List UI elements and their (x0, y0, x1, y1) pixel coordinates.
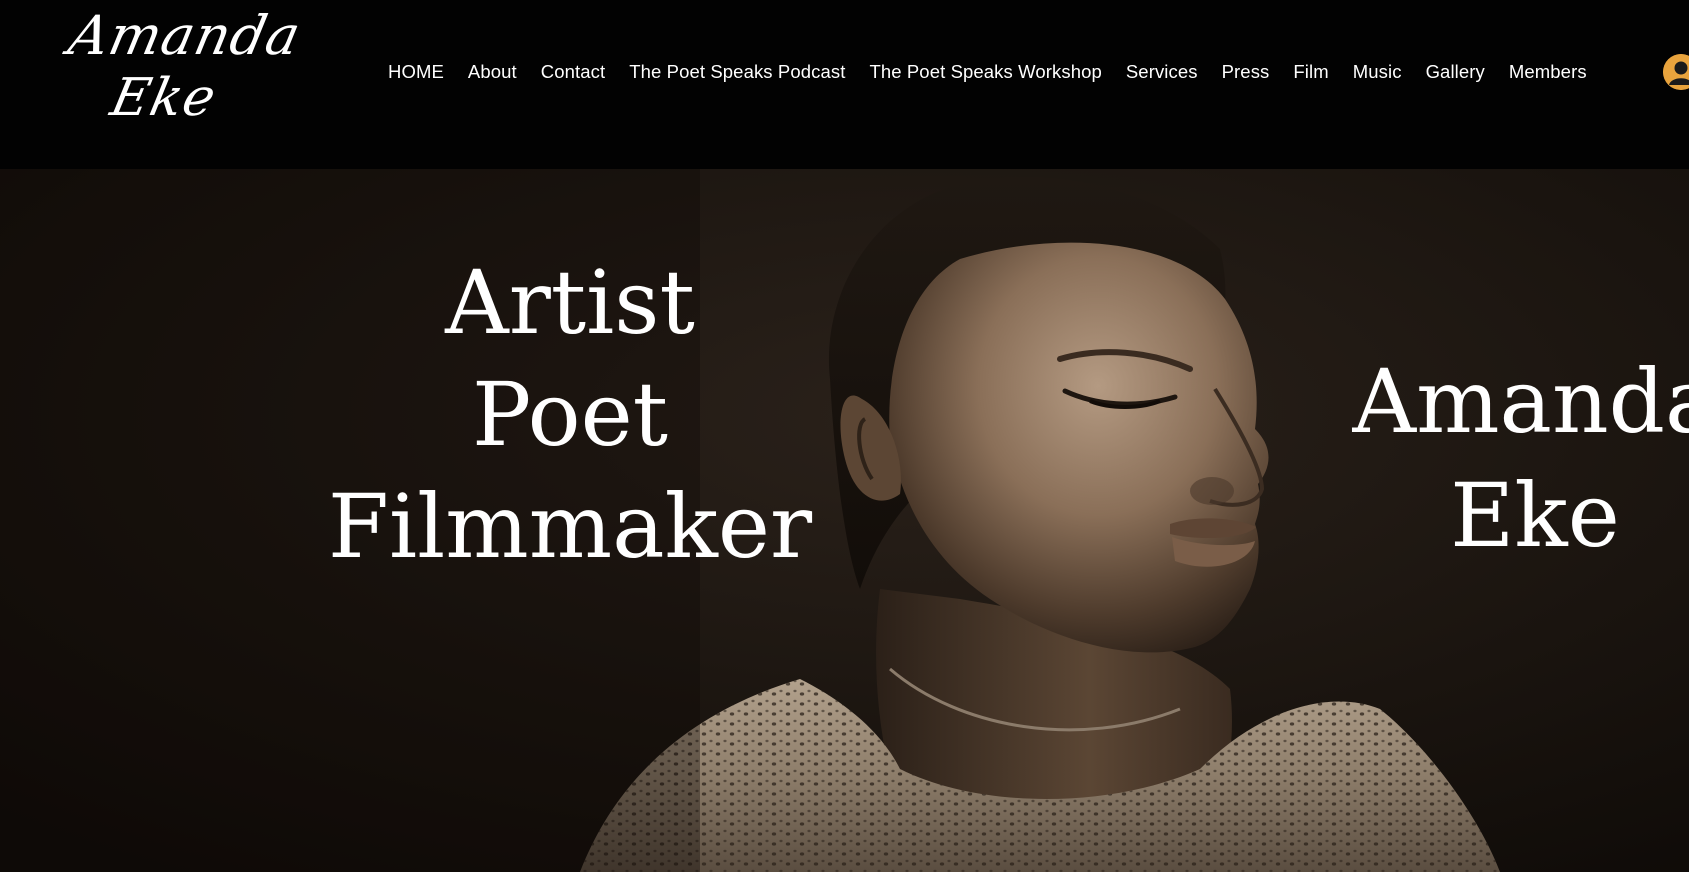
nav-item-press[interactable]: Press (1210, 56, 1282, 88)
user-avatar-icon[interactable] (1663, 54, 1689, 90)
site-logo[interactable]: Amanda Eke (62, 2, 306, 130)
nav-item-services[interactable]: Services (1114, 56, 1210, 88)
main-navigation: HOME About Contact The Poet Speaks Podca… (376, 56, 1599, 88)
hero-section: Artist Poet Filmmaker Amanda Eke (0, 169, 1689, 872)
hero-role-artist: Artist (445, 251, 695, 354)
nav-item-home[interactable]: HOME (376, 56, 456, 88)
logo-first-name: Amanda (63, 4, 307, 67)
nav-item-about[interactable]: About (456, 56, 529, 88)
nav-item-contact[interactable]: Contact (529, 56, 617, 88)
hero-roles: Artist Poet Filmmaker (300, 247, 840, 583)
nav-item-music[interactable]: Music (1341, 56, 1414, 88)
nav-item-workshop[interactable]: The Poet Speaks Workshop (857, 56, 1113, 88)
hero-last-name: Eke (1450, 464, 1620, 567)
nav-item-film[interactable]: Film (1281, 56, 1340, 88)
logo-last-name: Eke (105, 68, 222, 128)
hero-role-filmmaker: Filmmaker (327, 475, 813, 578)
hero-name: Amanda Eke (1340, 345, 1689, 573)
nav-item-members[interactable]: Members (1497, 56, 1599, 88)
site-header: Amanda Eke HOME About Contact The Poet S… (0, 0, 1689, 169)
nav-item-podcast[interactable]: The Poet Speaks Podcast (617, 56, 857, 88)
hero-role-poet: Poet (471, 363, 669, 466)
hero-first-name: Amanda (1352, 350, 1689, 453)
nav-item-gallery[interactable]: Gallery (1414, 56, 1497, 88)
